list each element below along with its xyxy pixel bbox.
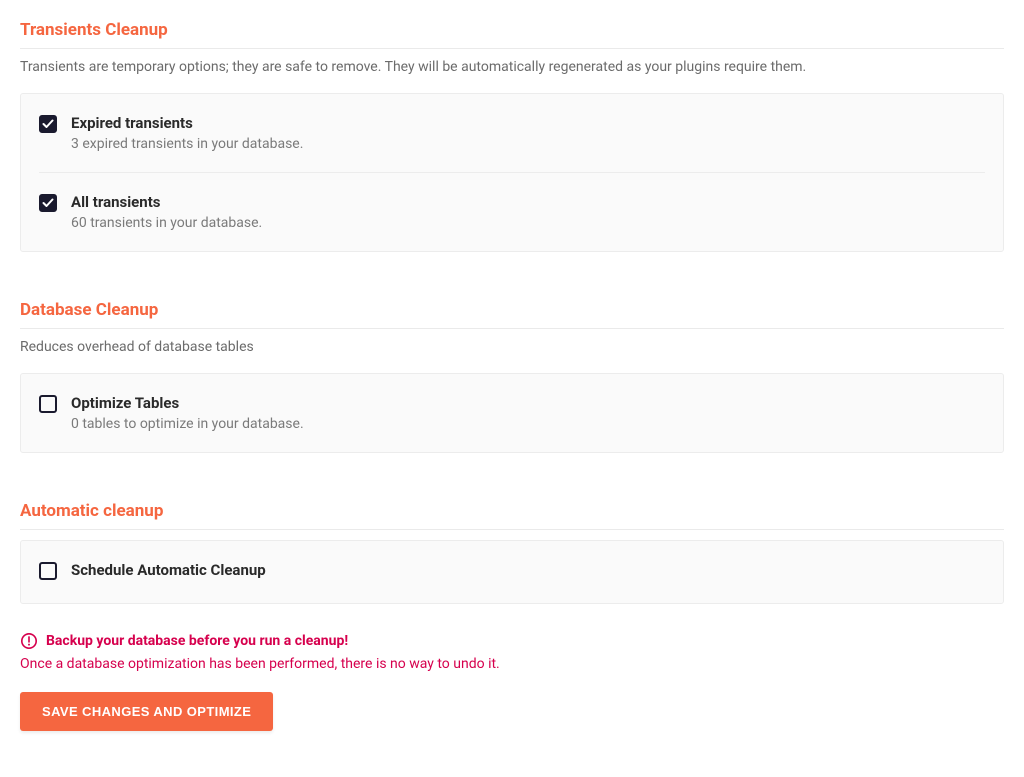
schedule-cleanup-title: Schedule Automatic Cleanup [71, 561, 985, 579]
all-transients-sub: 60 transients in your database. [71, 215, 985, 231]
exclamation-circle-icon [20, 632, 38, 650]
all-transients-title: All transients [71, 193, 985, 211]
all-transients-checkbox[interactable] [39, 194, 57, 212]
divider [20, 328, 1004, 329]
schedule-cleanup-content: Schedule Automatic Cleanup [71, 561, 985, 583]
automatic-title: Automatic cleanup [20, 501, 1004, 521]
optimize-tables-checkbox[interactable] [39, 395, 57, 413]
warning-headline: Backup your database before you run a cl… [46, 633, 348, 649]
expired-transients-sub: 3 expired transients in your database. [71, 136, 985, 152]
check-icon [42, 197, 54, 209]
warning-line: Backup your database before you run a cl… [20, 632, 1004, 650]
expired-transients-title: Expired transients [71, 114, 985, 132]
transients-title: Transients Cleanup [20, 20, 1004, 40]
database-desc: Reduces overhead of database tables [20, 339, 1004, 355]
expired-transients-item: Expired transients 3 expired transients … [39, 94, 985, 172]
warning-sub: Once a database optimization has been pe… [20, 656, 1004, 672]
divider [20, 529, 1004, 530]
database-title: Database Cleanup [20, 300, 1004, 320]
check-icon [42, 118, 54, 130]
optimize-tables-content: Optimize Tables 0 tables to optimize in … [71, 394, 985, 432]
expired-transients-content: Expired transients 3 expired transients … [71, 114, 985, 152]
transients-desc: Transients are temporary options; they a… [20, 59, 1004, 75]
all-transients-item: All transients 60 transients in your dat… [39, 172, 985, 251]
schedule-cleanup-item: Schedule Automatic Cleanup [39, 541, 985, 603]
all-transients-content: All transients 60 transients in your dat… [71, 193, 985, 231]
optimize-tables-title: Optimize Tables [71, 394, 985, 412]
divider [20, 48, 1004, 49]
optimize-tables-item: Optimize Tables 0 tables to optimize in … [39, 374, 985, 452]
database-panel: Optimize Tables 0 tables to optimize in … [20, 373, 1004, 453]
optimize-tables-sub: 0 tables to optimize in your database. [71, 416, 985, 432]
automatic-panel: Schedule Automatic Cleanup [20, 540, 1004, 604]
expired-transients-checkbox[interactable] [39, 115, 57, 133]
save-changes-and-optimize-button[interactable]: SAVE CHANGES AND OPTIMIZE [20, 692, 273, 731]
transients-panel: Expired transients 3 expired transients … [20, 93, 1004, 252]
schedule-cleanup-checkbox[interactable] [39, 562, 57, 580]
